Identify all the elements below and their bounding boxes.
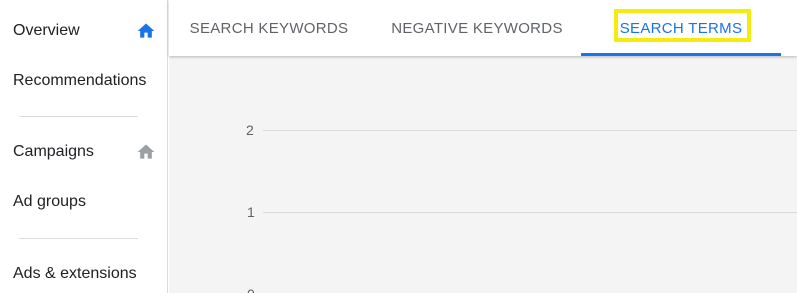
sidebar-item-label: Campaigns — [13, 143, 94, 160]
y-tick-label: 2 — [246, 122, 254, 138]
chart-area: 2 1 0 — [169, 56, 797, 293]
keywords-tab-bar: SEARCH KEYWORDS NEGATIVE KEYWORDS SEARCH… — [169, 0, 797, 56]
home-icon — [136, 142, 156, 162]
sidebar: Overview Recommendations Campaigns Ad gr… — [0, 0, 168, 293]
sidebar-item-label: Recommendations — [13, 72, 147, 89]
sidebar-divider — [19, 116, 138, 117]
sidebar-item-recommendations[interactable]: Recommendations — [0, 61, 168, 101]
sidebar-item-label: Ads & extensions — [13, 265, 137, 282]
y-gridline — [263, 212, 797, 213]
tab-label: NEGATIVE KEYWORDS — [391, 19, 563, 37]
sidebar-item-label: Ad groups — [13, 193, 86, 210]
sidebar-divider — [19, 238, 138, 239]
sidebar-item-overview[interactable]: Overview — [0, 11, 168, 51]
app-window: Overview Recommendations Campaigns Ad gr… — [0, 0, 797, 293]
y-gridline — [263, 130, 797, 131]
sidebar-item-label: Overview — [13, 22, 80, 39]
sidebar-item-ad-groups[interactable]: Ad groups — [0, 182, 168, 222]
home-icon — [136, 21, 156, 41]
active-tab-indicator — [581, 53, 781, 56]
tab-search-terms[interactable]: SEARCH TERMS — [581, 0, 781, 56]
tab-label: SEARCH TERMS — [619, 19, 743, 37]
tab-negative-keywords[interactable]: NEGATIVE KEYWORDS — [377, 0, 577, 56]
tab-label: SEARCH KEYWORDS — [189, 19, 349, 37]
sidebar-item-ads-extensions[interactable]: Ads & extensions — [0, 254, 168, 293]
y-tick-label: 0 — [247, 286, 255, 293]
tab-search-keywords[interactable]: SEARCH KEYWORDS — [169, 0, 369, 56]
y-tick-label: 1 — [247, 204, 255, 220]
sidebar-item-campaigns[interactable]: Campaigns — [0, 132, 168, 172]
